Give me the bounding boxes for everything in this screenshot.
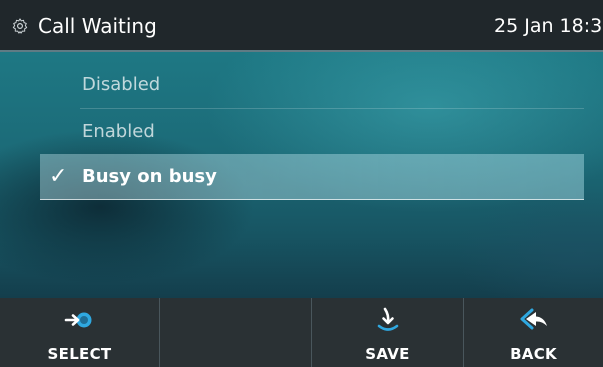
empty-softkey[interactable] — [160, 298, 312, 367]
page-title: Call Waiting — [38, 14, 157, 38]
header-bar: Call Waiting 25 Jan 18:31 — [0, 0, 603, 52]
save-softkey[interactable]: SAVE — [312, 298, 464, 367]
select-softkey[interactable]: SELECT — [0, 298, 160, 367]
menu-item-label: Disabled — [82, 74, 161, 95]
softkey-label: SAVE — [365, 345, 410, 363]
menu-item-enabled[interactable]: Enabled — [40, 109, 584, 155]
save-icon — [377, 307, 398, 331]
gear-icon — [12, 18, 28, 34]
softkey-label: SELECT — [47, 345, 112, 363]
menu-item-busy-on-busy[interactable]: ✓ Busy on busy — [40, 154, 584, 200]
select-icon — [64, 312, 91, 328]
date-time: 25 Jan 18:31 — [494, 15, 603, 37]
softkey-bar: SELECT SAVE BACK — [0, 298, 603, 367]
softkey-label: BACK — [510, 345, 557, 363]
menu-item-label: Enabled — [82, 121, 155, 142]
back-softkey[interactable]: BACK — [464, 298, 603, 367]
menu-item-label: Busy on busy — [82, 166, 217, 187]
back-icon — [520, 308, 547, 330]
phone-screen: Call Waiting 25 Jan 18:31 Disabled Enabl… — [0, 0, 603, 367]
checkmark-icon: ✓ — [49, 164, 68, 189]
menu-list: Disabled Enabled ✓ Busy on busy — [0, 52, 603, 298]
menu-item-disabled[interactable]: Disabled — [40, 62, 584, 108]
